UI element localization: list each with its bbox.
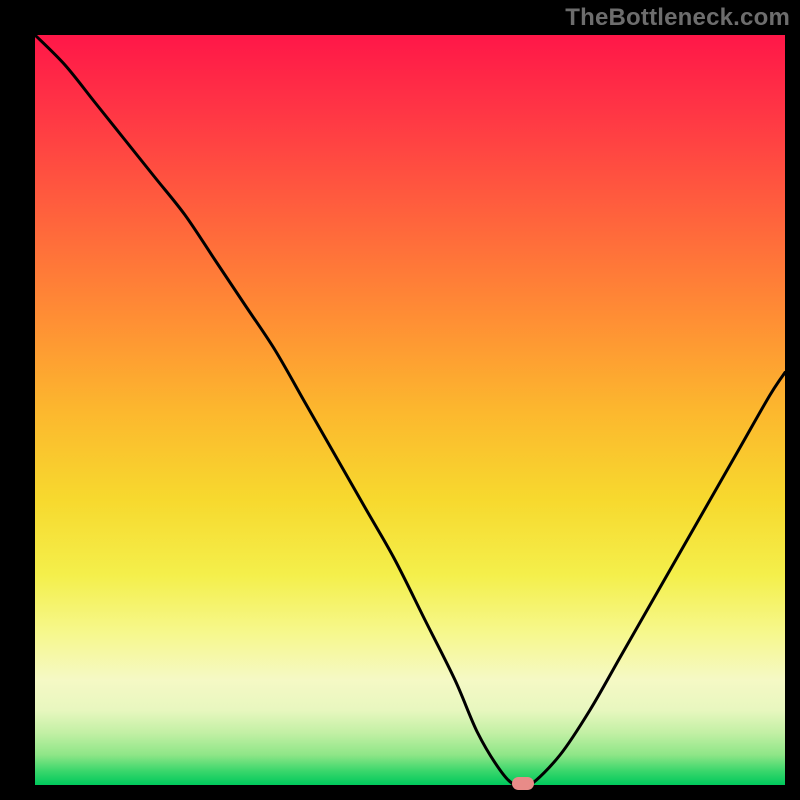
curve-layer bbox=[35, 35, 785, 785]
bottleneck-curve-path bbox=[35, 35, 785, 788]
attribution-text: TheBottleneck.com bbox=[565, 4, 790, 32]
chart-frame: TheBottleneck.com bbox=[0, 0, 800, 800]
optimal-point-marker bbox=[512, 777, 534, 790]
plot-area bbox=[35, 35, 785, 785]
